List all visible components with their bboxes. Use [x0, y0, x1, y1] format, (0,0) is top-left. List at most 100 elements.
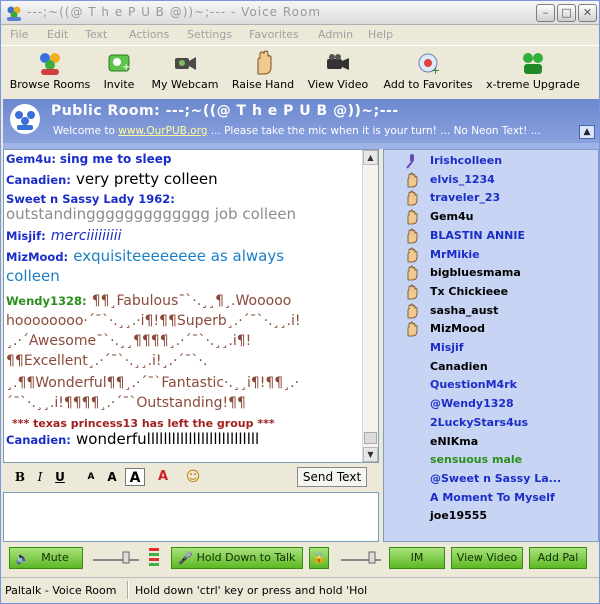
user-list-item[interactable]: sasha_aust — [384, 302, 598, 320]
message-input[interactable] — [3, 492, 379, 542]
my-webcam-label: My Webcam — [151, 78, 219, 91]
user-list[interactable]: Irishcolleen elvis_1234 traveler_23 Gem4u BL… — [383, 149, 599, 542]
hand-icon — [404, 247, 420, 263]
mute-label: Mute — [41, 551, 69, 564]
user-name: @Wendy1328 — [430, 397, 514, 411]
hand-icon — [404, 265, 420, 281]
upgrade-icon — [523, 53, 543, 74]
maximize-button[interactable]: □ — [557, 4, 576, 22]
user-name: A Moment To Myself — [430, 490, 555, 504]
collapse-header-button[interactable]: ▲ — [579, 125, 595, 139]
user-name: elvis_1234 — [430, 172, 495, 186]
user-list-item[interactable]: Tx Chickieee — [384, 283, 598, 301]
user-list-item[interactable]: A Moment To Myself — [384, 489, 598, 507]
toolbar: Browse Rooms + Invite My Webcam Raise Ha… — [1, 45, 599, 97]
lock-talk-button[interactable]: 🔒 — [309, 547, 329, 569]
user-list-item[interactable]: MrMikie — [384, 246, 598, 264]
invite-icon: + — [108, 54, 130, 73]
hand-icon — [404, 172, 420, 188]
hand-icon — [404, 303, 420, 319]
hand-icon — [404, 284, 420, 300]
user-list-item[interactable]: bigbluesmama — [384, 264, 598, 282]
user-list-item[interactable]: sensuous male — [384, 451, 598, 469]
room-website-link[interactable]: www.OurPUB.org — [118, 125, 207, 137]
menu-text[interactable]: Text — [85, 28, 107, 41]
mic-slider[interactable] — [339, 550, 383, 564]
user-list-item[interactable]: BLASTIN ANNIE — [384, 227, 598, 245]
user-list-item[interactable]: Gem4u — [384, 208, 598, 226]
italic-button[interactable]: I — [31, 468, 49, 486]
send-text-button[interactable]: Send Text — [297, 467, 367, 487]
user-list-item[interactable]: @Wendy1328 — [384, 395, 598, 413]
large-font-button[interactable]: A — [125, 468, 145, 486]
menu-help[interactable]: Help — [368, 28, 393, 41]
user-list-item[interactable]: eNIKma — [384, 433, 598, 451]
underline-button[interactable]: U — [51, 468, 69, 486]
mute-button[interactable]: 🔈 Mute — [9, 547, 83, 569]
raise-hand-label: Raise Hand — [231, 78, 295, 91]
browse-rooms-button[interactable]: Browse Rooms — [7, 50, 93, 96]
small-font-button[interactable]: A — [83, 468, 99, 486]
minimize-button[interactable]: – — [536, 4, 555, 22]
user-list-item[interactable]: MizMood — [384, 320, 598, 338]
chat-scrollbar[interactable]: ▲ ▼ — [362, 150, 378, 462]
chat-message: Wendy1328: ¶¶¸Fabulous¯`·.¸¸¶¸.Wooooo — [6, 293, 292, 309]
my-webcam-button[interactable]: My Webcam — [147, 50, 223, 96]
user-name: 2LuckyStars4us — [430, 415, 529, 429]
view-video-button[interactable]: View Video — [303, 50, 373, 96]
view-video-label: View Video — [307, 78, 369, 91]
user-list-item[interactable]: traveler_23 — [384, 189, 598, 207]
menu-favorites[interactable]: Favorites — [249, 28, 299, 41]
browse-rooms-label: Browse Rooms — [9, 78, 91, 91]
add-pal-button[interactable]: Add Pal — [529, 547, 587, 569]
menu-actions[interactable]: Actions — [129, 28, 169, 41]
scroll-up-arrow-icon[interactable]: ▲ — [363, 150, 378, 165]
xtreme-upgrade-button[interactable]: x-treme Upgrade — [483, 50, 583, 96]
menu-edit[interactable]: Edit — [47, 28, 68, 41]
text-color-button[interactable]: A — [153, 468, 173, 486]
scroll-thumb[interactable] — [364, 432, 377, 444]
svg-text:+: + — [431, 64, 440, 76]
medium-font-button[interactable]: A — [103, 468, 121, 486]
status-app-text: Paltalk - Voice Room — [5, 584, 117, 597]
invite-button[interactable]: + Invite — [97, 50, 141, 96]
user-list-item[interactable]: Canadien — [384, 358, 598, 376]
scroll-down-arrow-icon[interactable]: ▼ — [363, 447, 378, 462]
im-button[interactable]: IM — [389, 547, 445, 569]
view-video-pal-button[interactable]: View Video — [451, 547, 523, 569]
user-name: eNIKma — [430, 434, 479, 448]
menu-settings[interactable]: Settings — [187, 28, 232, 41]
xtreme-upgrade-label: x-treme Upgrade — [486, 78, 580, 91]
title-bar[interactable]: ---;~((@ T h e P U B @))~;--- - Voice Ro… — [1, 1, 599, 25]
hand-icon — [404, 321, 420, 337]
chat-message: MizMood: exquisiteeeeeeee as always — [6, 247, 285, 265]
user-list-item[interactable]: Misjif — [384, 339, 598, 357]
user-list-item[interactable]: QuestionM4rk — [384, 376, 598, 394]
bold-button[interactable]: B — [11, 468, 29, 486]
raise-hand-button[interactable]: Raise Hand — [229, 50, 297, 96]
user-list-item[interactable]: elvis_1234 — [384, 171, 598, 189]
user-list-item[interactable]: joe19555 — [384, 507, 598, 525]
user-name: BLASTIN ANNIE — [430, 228, 525, 242]
user-list-item[interactable]: Irishcolleen — [384, 152, 598, 170]
webcam-icon — [175, 57, 196, 70]
close-button[interactable]: ✕ — [578, 4, 597, 22]
menu-admin[interactable]: Admin — [318, 28, 353, 41]
emoticon-icon[interactable]: ☺ — [183, 468, 203, 486]
chat-message: outstandinggggggggggggg job colleen — [6, 205, 297, 223]
bottom-controls: 🔈 Mute 🎤 Hold Down to Talk 🔒 IM View Vid… — [3, 544, 599, 572]
menu-file[interactable]: File — [10, 28, 28, 41]
mic-icon — [404, 153, 420, 169]
user-list-item[interactable]: 2LuckyStars4us — [384, 414, 598, 432]
user-list-item[interactable]: @Sweet n Sassy La... — [384, 470, 598, 488]
lock-icon: 🔒 — [312, 551, 326, 564]
hold-down-to-talk-button[interactable]: 🎤 Hold Down to Talk — [171, 547, 303, 569]
add-to-favorites-button[interactable]: + Add to Favorites — [379, 50, 477, 96]
user-name: MrMikie — [430, 247, 480, 261]
chat-message: ¸.·´Awesome¯`·.¸¸¶¶¶¶¸.·´¯`·.¸¸.i¶! — [6, 333, 252, 349]
user-name: traveler_23 — [430, 191, 501, 205]
hand-icon — [404, 209, 420, 225]
volume-slider[interactable] — [91, 550, 141, 564]
status-bar: Paltalk - Voice Room Hold down 'ctrl' ke… — [1, 577, 599, 603]
chat-log[interactable]: Gem4u: sing me to sleep Canadien: very p… — [3, 149, 379, 463]
